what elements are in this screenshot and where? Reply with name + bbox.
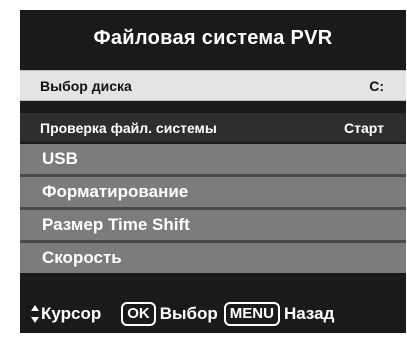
- disk-select-label: Выбор диска: [40, 77, 132, 94]
- disk-select-value: C:: [369, 77, 384, 94]
- disk-select-row[interactable]: Выбор диска C:: [20, 70, 406, 101]
- pvr-filesystem-panel: Файловая система PVR Выбор диска C: Пров…: [20, 10, 406, 333]
- filesystem-check-row[interactable]: Проверка файл. системы Старт: [20, 113, 406, 142]
- menu-item-label: Скорость: [42, 248, 122, 267]
- filesystem-check-label: Проверка файл. системы: [40, 119, 217, 136]
- menu-item-timeshift-size[interactable]: Размер Time Shift: [20, 210, 406, 240]
- menu-item-label: USB: [42, 149, 78, 168]
- filesystem-check-value: Старт: [344, 119, 384, 136]
- up-down-arrows-icon: [31, 305, 39, 323]
- key-hint-bar: Курсор OK Выбор MENU Назад: [20, 297, 406, 331]
- cursor-hint-label: Курсор: [41, 304, 102, 323]
- menu-item-speed[interactable]: Скорость: [20, 243, 406, 273]
- menu-item-format[interactable]: Форматирование: [20, 177, 406, 207]
- select-hint-label: Выбор: [159, 304, 218, 323]
- menu-item-usb[interactable]: USB: [20, 144, 406, 174]
- menu-key-icon: MENU: [223, 302, 280, 326]
- ok-key-icon: OK: [121, 302, 156, 326]
- menu-item-label: Форматирование: [42, 182, 189, 201]
- back-hint-label: Назад: [283, 304, 335, 323]
- page-title: Файловая система PVR: [93, 26, 333, 49]
- menu-item-label: Размер Time Shift: [42, 215, 190, 234]
